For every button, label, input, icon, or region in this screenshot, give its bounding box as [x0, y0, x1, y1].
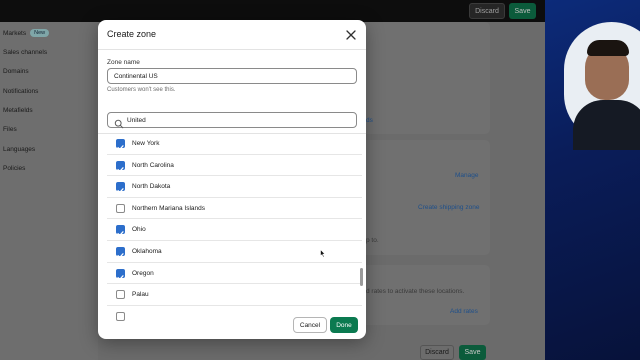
region-search-input[interactable]: United — [107, 112, 357, 129]
sidebar-item-metafields[interactable]: Metafields — [3, 107, 33, 114]
top-save-button[interactable]: Save — [509, 3, 536, 19]
sidebar-item-sales-channels[interactable]: Sales channels — [3, 49, 47, 56]
webcam-overlay — [545, 0, 640, 360]
region-checkbox[interactable] — [116, 290, 125, 300]
zone-name-help-text: Customers won't see this. — [107, 87, 176, 93]
mouse-cursor-icon — [320, 245, 326, 263]
region-row[interactable]: North Carolina — [107, 155, 362, 177]
sidebar-item-markets[interactable]: Markets New — [3, 29, 50, 37]
region-row[interactable]: Palau — [107, 284, 362, 306]
search-icon — [114, 116, 124, 129]
sidebar-item-label: Metafields — [3, 107, 33, 114]
cancel-button[interactable]: Cancel — [293, 317, 327, 333]
done-button[interactable]: Done — [330, 317, 358, 333]
sidebar-item-label: Languages — [3, 146, 36, 153]
region-row[interactable]: North Dakota — [107, 176, 362, 198]
sidebar-item-domains[interactable]: Domains — [3, 68, 29, 75]
sidebar-item-notifications[interactable]: Notifications — [3, 88, 38, 95]
manage-link[interactable]: Manage — [455, 172, 479, 179]
region-list: New York North Carolina North Dakota Northe… — [98, 133, 366, 324]
background-link[interactable]: ds — [366, 117, 373, 124]
modal-title: Create zone — [107, 29, 157, 39]
zone-name-input[interactable]: Continental US — [107, 68, 357, 84]
region-label: Oregon — [132, 269, 154, 277]
region-label: Northern Mariana Islands — [132, 204, 205, 212]
region-row[interactable]: New York — [107, 134, 362, 155]
sidebar-item-policies[interactable]: Policies — [3, 165, 25, 172]
close-icon[interactable] — [345, 28, 357, 40]
region-label: Ohio — [132, 226, 146, 234]
checkmark-icon — [117, 145, 124, 150]
region-checkbox[interactable] — [116, 311, 125, 321]
region-label: Palau — [132, 291, 149, 299]
region-checkbox[interactable] — [116, 247, 125, 258]
top-save-bar: Discard Save — [0, 0, 545, 22]
modal-footer: Cancel Done — [98, 317, 366, 339]
region-checkbox[interactable] — [116, 225, 125, 237]
modal-header: Create zone — [98, 20, 366, 50]
sidebar-item-label: Sales channels — [3, 49, 48, 56]
checkmark-icon — [117, 253, 124, 258]
bottom-discard-button[interactable]: Discard — [420, 345, 454, 360]
region-list-scrollbar[interactable] — [360, 268, 363, 286]
checkmark-icon — [117, 188, 124, 194]
region-checkbox[interactable] — [116, 203, 125, 213]
sidebar-item-label: Domains — [3, 68, 29, 75]
checkmark-icon — [117, 274, 124, 280]
sidebar-item-label: Markets — [3, 29, 27, 37]
top-discard-button[interactable]: Discard — [469, 3, 505, 19]
region-checkbox[interactable] — [116, 160, 125, 172]
new-badge: New — [30, 29, 50, 37]
bottom-save-button[interactable]: Save — [459, 345, 486, 360]
sidebar-item-languages[interactable]: Languages — [3, 146, 35, 153]
sidebar-item-files[interactable]: Files — [3, 126, 17, 133]
webcam-person-body — [573, 100, 640, 150]
sidebar-item-label: Notifications — [3, 88, 39, 95]
background-text: p to. — [366, 237, 379, 244]
search-value: United — [127, 117, 146, 124]
background-text: d rates to activate these locations. — [366, 288, 465, 295]
checkmark-icon — [117, 231, 124, 237]
settings-sidebar: Markets New Sales channels Domains Notif… — [0, 22, 98, 360]
region-checkbox[interactable] — [116, 139, 125, 150]
region-label: New York — [132, 140, 160, 147]
checkmark-icon — [117, 166, 124, 172]
zone-name-label: Zone name — [107, 59, 140, 66]
region-label: Oklahoma — [132, 248, 162, 255]
region-checkbox[interactable] — [116, 182, 125, 194]
region-row[interactable]: Ohio — [107, 219, 362, 241]
create-zone-modal: Create zone Zone name Continental US Cus… — [98, 20, 366, 339]
add-rates-link[interactable]: Add rates — [450, 308, 478, 315]
region-label: North Dakota — [132, 183, 171, 191]
region-row[interactable]: Oregon — [107, 263, 362, 285]
region-checkbox[interactable] — [116, 268, 125, 280]
sidebar-item-label: Policies — [3, 165, 26, 172]
region-row[interactable]: Northern Mariana Islands — [107, 198, 362, 220]
webcam-person-hair — [587, 40, 629, 56]
create-shipping-zone-link[interactable]: Create shipping zone — [418, 204, 479, 211]
sidebar-item-label: Files — [3, 126, 17, 133]
region-label: North Carolina — [132, 161, 174, 169]
